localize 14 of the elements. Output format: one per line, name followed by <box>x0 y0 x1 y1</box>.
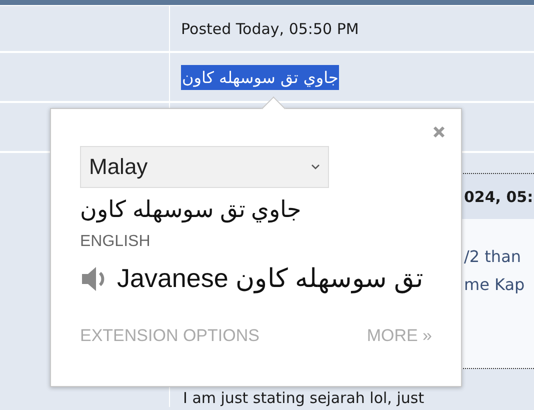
extension-options-link[interactable]: EXTENSION OPTIONS <box>80 326 260 346</box>
chevron-icon <box>311 164 320 170</box>
translation-text: Javanese تق سوسهله كاون <box>117 263 423 294</box>
selected-text: جاوي تق سوسهله كاون <box>181 64 340 90</box>
post-text: /2 than <box>464 247 522 266</box>
post-header-date: 024, 05: <box>464 188 534 206</box>
post-text: me Kap <box>464 275 526 294</box>
close-icon[interactable] <box>433 126 445 138</box>
more-link[interactable]: MORE » <box>366 326 432 346</box>
source-text: جاوي تق سوسهله كاون <box>80 196 302 223</box>
post-text: I am just stating sejarah lol, just <box>183 390 424 406</box>
language-select[interactable]: Malay <box>80 146 329 188</box>
target-language-label: ENGLISH <box>80 233 152 251</box>
post-date: Posted Today, 05:50 PM <box>181 20 359 38</box>
